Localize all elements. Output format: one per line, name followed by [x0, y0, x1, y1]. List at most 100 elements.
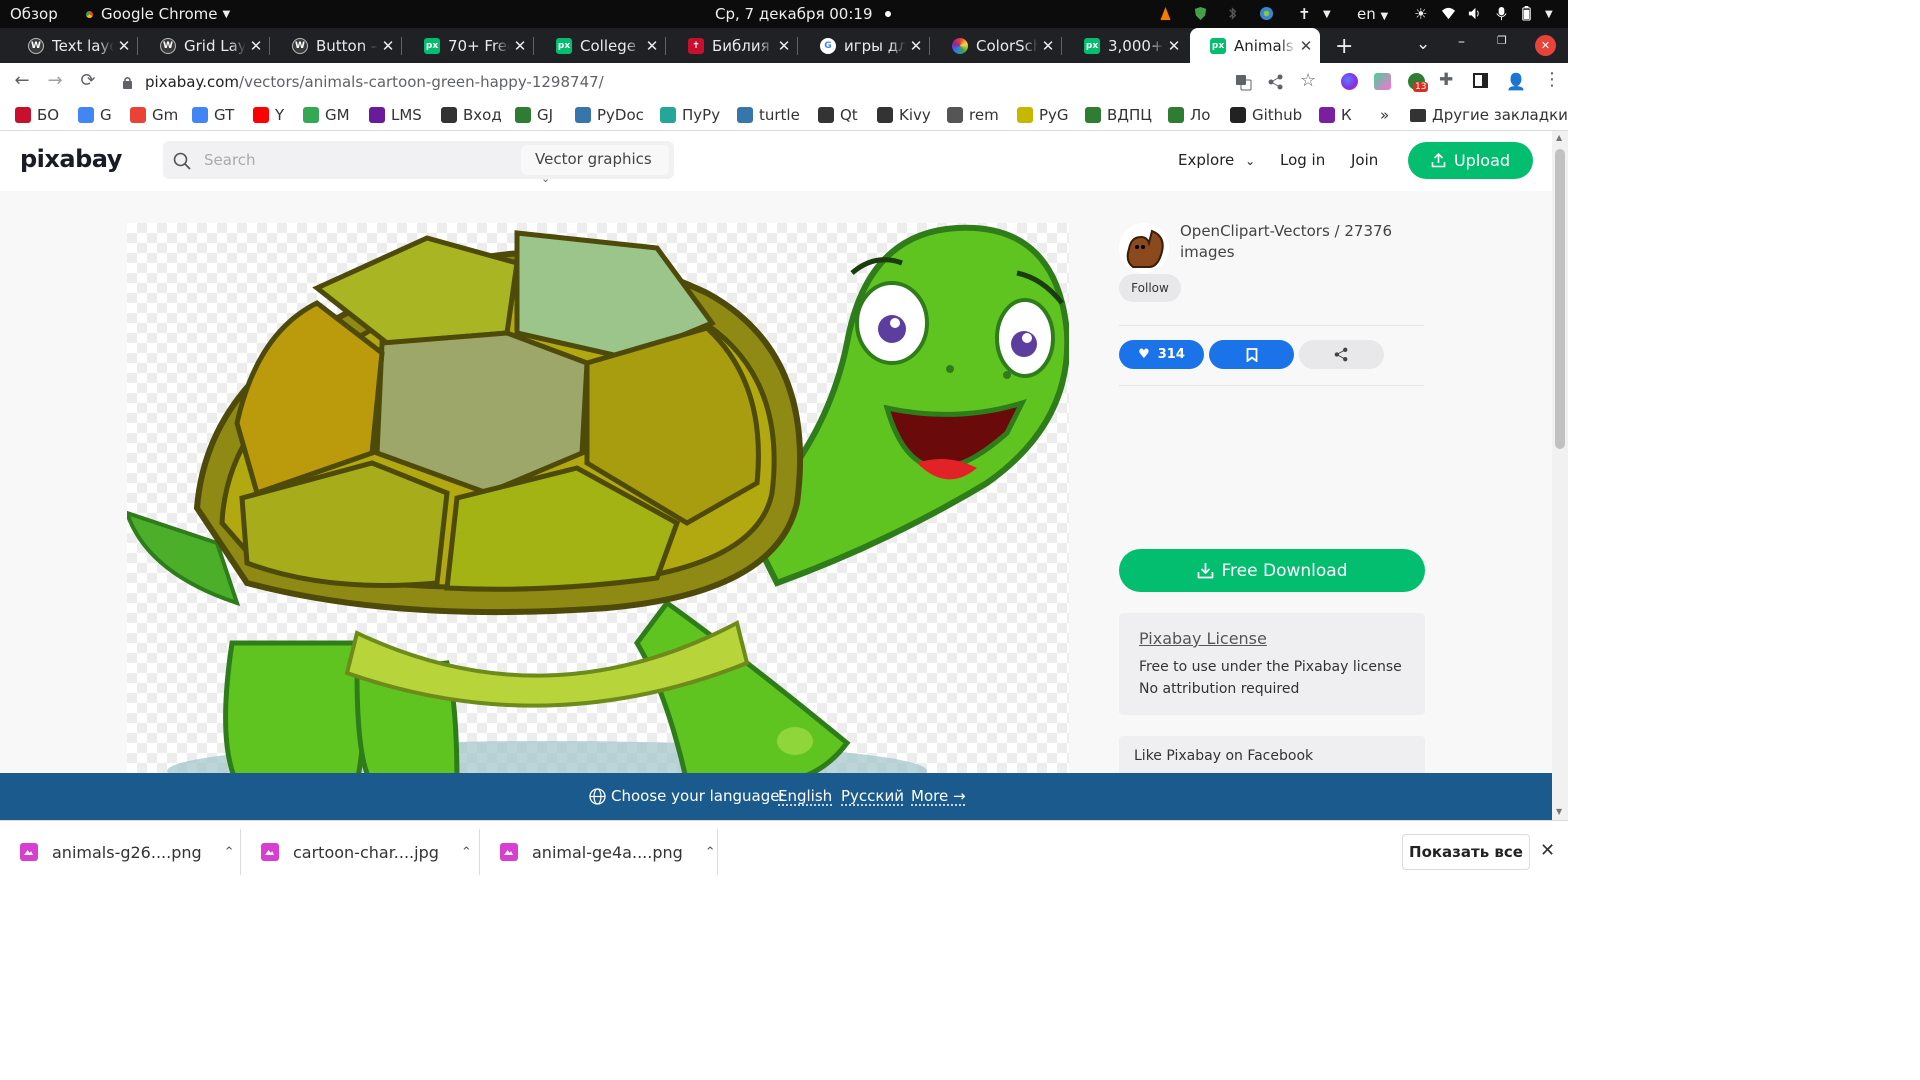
profile-avatar-icon[interactable]: 👤 [1506, 72, 1526, 91]
browser-tab[interactable]: px College C✕ [536, 28, 666, 63]
extension-firefox-icon[interactable] [1341, 73, 1358, 90]
side-panel-icon[interactable] [1473, 73, 1488, 88]
extension-badge-icon[interactable]: 13 [1408, 73, 1429, 92]
tab-search-chevron-icon[interactable]: ⌄ [1416, 34, 1430, 54]
clock[interactable]: Ср, 7 декабря 00:19 [715, 5, 891, 23]
share-button[interactable] [1299, 340, 1384, 369]
forward-icon[interactable]: → [44, 70, 66, 92]
tab-close-icon[interactable]: ✕ [1038, 37, 1058, 55]
language-russian-link[interactable]: Русский [841, 787, 904, 805]
minimize-icon[interactable]: – [1458, 34, 1465, 50]
download-item[interactable]: animal-ge4a....png ⌃ [480, 821, 718, 883]
bluetooth-icon[interactable] [1225, 6, 1240, 21]
bookmark-item[interactable]: Ло [1168, 106, 1210, 124]
accessibility-icon[interactable]: ✝ [1298, 5, 1311, 23]
browser-tab[interactable]: px 70+ Free ✕ [404, 28, 534, 63]
scroll-down-icon[interactable]: ▼ [1556, 807, 1562, 816]
bookmark-item[interactable]: БО [15, 106, 59, 124]
tab-close-icon[interactable]: ✕ [510, 37, 530, 55]
upload-button[interactable]: Upload [1408, 142, 1533, 179]
search-type-select[interactable]: Vector graphics ⌄ [521, 145, 669, 185]
tab-close-icon[interactable]: ✕ [906, 37, 926, 55]
bookmark-item[interactable]: Gm [130, 106, 178, 124]
bookmark-item[interactable]: Kivy [877, 106, 931, 124]
scrollbar-thumb[interactable] [1555, 149, 1565, 449]
bookmark-item[interactable]: LMS [369, 106, 422, 124]
chevron-down-icon[interactable]: ▼ [1545, 9, 1553, 20]
search-input[interactable]: Search [204, 151, 256, 169]
window-close-icon[interactable]: ✕ [1535, 35, 1556, 56]
bookmark-item[interactable]: GM [303, 106, 350, 124]
battery-icon[interactable] [1519, 6, 1534, 21]
extension-colorzilla-icon[interactable] [1374, 73, 1391, 90]
browser-tab[interactable]: px Animals C✕ [1190, 28, 1320, 63]
tab-close-icon[interactable]: ✕ [774, 37, 794, 55]
license-link[interactable]: Pixabay License [1139, 629, 1267, 648]
browser-tab[interactable]: ✝ Библия | ✕ [668, 28, 798, 63]
microphone-icon[interactable] [1494, 6, 1509, 21]
back-icon[interactable]: ← [11, 70, 33, 92]
bookmark-button[interactable] [1209, 340, 1294, 369]
bookmark-item[interactable]: Y [253, 106, 284, 124]
bookmark-item[interactable]: Qt [818, 106, 858, 124]
bookmark-item[interactable]: Вход [441, 106, 502, 124]
main-image[interactable] [127, 223, 1069, 773]
brightness-icon[interactable]: ☀ [1414, 5, 1427, 23]
chevron-down-icon[interactable]: ▼ [1323, 9, 1331, 20]
extensions-puzzle-icon[interactable]: ✚ [1439, 70, 1453, 90]
address-bar[interactable]: pixabay.com/vectors/animals-cartoon-gree… [112, 67, 1332, 97]
tab-close-icon[interactable]: ✕ [114, 37, 134, 55]
bookmark-item[interactable]: rem [947, 106, 999, 124]
tab-close-icon[interactable]: ✕ [246, 37, 266, 55]
app-menu[interactable]: Google Chrome ▼ [83, 5, 230, 23]
scroll-up-icon[interactable]: ▲ [1556, 133, 1562, 142]
globe-icon[interactable] [1259, 6, 1274, 21]
bookmark-item[interactable]: GT [192, 106, 234, 124]
lock-icon[interactable] [122, 76, 133, 89]
menu-kebab-icon[interactable]: ⋮ [1543, 69, 1561, 90]
tab-close-icon[interactable]: ✕ [642, 37, 662, 55]
url-text[interactable]: pixabay.com/vectors/animals-cartoon-gree… [145, 73, 604, 91]
bookmark-item[interactable]: G [78, 106, 112, 124]
shield-icon[interactable] [1193, 6, 1208, 21]
close-icon[interactable]: ✕ [1540, 840, 1555, 861]
follow-button[interactable]: Follow [1119, 274, 1181, 302]
explore-menu[interactable]: Explore ⌄ [1178, 151, 1255, 169]
reload-icon[interactable]: ⟳ [77, 70, 99, 92]
free-download-button[interactable]: Free Download [1119, 549, 1425, 592]
restore-icon[interactable]: ❐ [1497, 34, 1507, 47]
download-item[interactable]: animals-g26....png ⌃ [0, 821, 241, 883]
login-link[interactable]: Log in [1280, 151, 1325, 169]
activities-button[interactable]: Обзор [10, 5, 58, 23]
browser-tab[interactable]: px 3,000+ Fr✕ [1064, 28, 1188, 63]
show-all-downloads-button[interactable]: Показать все [1402, 834, 1530, 870]
vlc-icon[interactable] [1158, 6, 1173, 21]
translate-icon[interactable] [1235, 74, 1252, 91]
browser-tab[interactable]: W Text layout✕ [8, 28, 138, 63]
tab-close-icon[interactable]: ✕ [1296, 37, 1316, 55]
bookmark-item[interactable]: turtle [737, 106, 800, 124]
keyboard-layout[interactable]: en ▼ [1357, 5, 1388, 23]
download-item[interactable]: cartoon-char....jpg ⌃ [241, 821, 480, 883]
bookmark-item[interactable]: PyDoc [575, 106, 644, 124]
bookmark-item[interactable]: ВДПЦ [1085, 106, 1152, 124]
bookmarks-overflow-button[interactable]: » [1380, 106, 1389, 124]
bookmark-item[interactable]: GJ [515, 106, 553, 124]
chevron-up-icon[interactable]: ⌃ [461, 845, 472, 860]
bookmark-item[interactable]: PyG [1017, 106, 1069, 124]
other-bookmarks-folder[interactable]: Другие закладки [1410, 106, 1568, 124]
browser-tab[interactable]: W Button — ✕ [272, 28, 402, 63]
chevron-up-icon[interactable]: ⌃ [705, 845, 716, 860]
tab-close-icon[interactable]: ✕ [1164, 37, 1184, 55]
author-avatar[interactable] [1119, 223, 1169, 273]
browser-tab[interactable]: W Grid Layout✕ [140, 28, 270, 63]
chevron-up-icon[interactable]: ⌃ [224, 845, 235, 860]
bookmark-item[interactable]: Github [1230, 106, 1302, 124]
browser-tab[interactable]: ● ColorSche✕ [932, 28, 1062, 63]
like-button[interactable]: ♥ 314 [1119, 340, 1204, 369]
language-english-link[interactable]: English [778, 787, 832, 805]
language-more-link[interactable]: More → [911, 787, 966, 805]
tab-close-icon[interactable]: ✕ [378, 37, 398, 55]
bookmark-item[interactable]: К [1319, 106, 1352, 124]
volume-icon[interactable] [1467, 6, 1482, 21]
